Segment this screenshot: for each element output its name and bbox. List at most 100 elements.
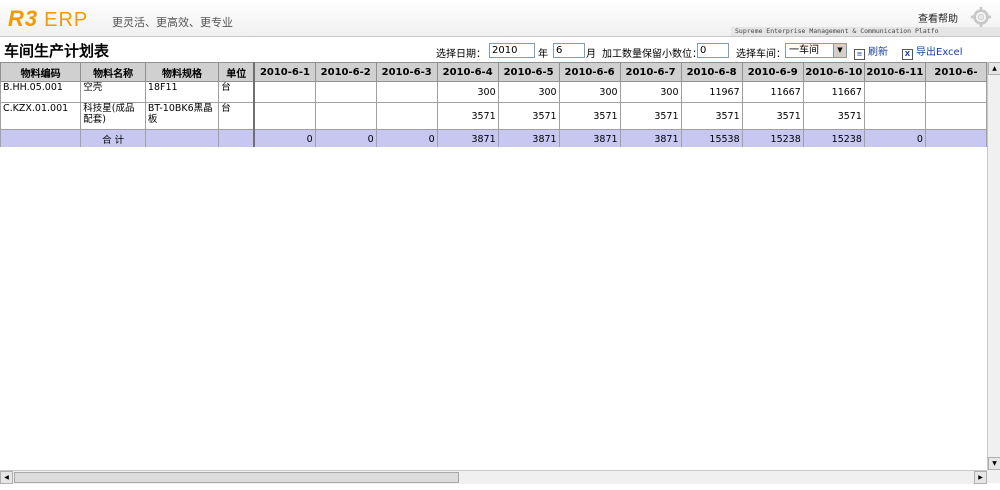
total-qty: 0 xyxy=(314,129,377,147)
total-qty: 0 xyxy=(253,129,316,147)
total-empty-cell xyxy=(218,129,255,147)
cell-unit: 台 xyxy=(218,102,255,130)
cell-unit: 台 xyxy=(218,81,255,103)
month-input[interactable]: 6 xyxy=(553,43,585,58)
month-unit: 月 xyxy=(586,49,596,60)
cell-spec: 18F11 xyxy=(144,81,220,103)
cell-name: 科技星(成品配套) xyxy=(80,102,146,130)
help-link[interactable]: 查看帮助 xyxy=(918,10,958,25)
chevron-down-icon[interactable]: ▼ xyxy=(833,44,846,57)
date-label: 选择日期： xyxy=(436,49,486,60)
cell-qty xyxy=(863,102,926,130)
year-unit: 年 xyxy=(538,49,548,60)
cell-code: B.HH.05.001 xyxy=(0,81,82,103)
cell-qty: 3571 xyxy=(558,102,621,130)
col-header-date[interactable]: 2010-6-3 xyxy=(375,62,438,82)
plan-table: 物料编码 物料名称 物料规格 单位 2010-6-1 2010-6-2 2010… xyxy=(0,62,987,147)
col-header-date[interactable]: 2010-6-4 xyxy=(436,62,499,82)
total-qty: 15238 xyxy=(802,129,865,147)
col-header-date[interactable]: 2010-6-5 xyxy=(497,62,560,82)
cell-qty: 3571 xyxy=(497,102,560,130)
cell-qty: 11967 xyxy=(680,81,743,103)
scroll-left-arrow-icon[interactable]: ◀ xyxy=(0,471,13,484)
refresh-icon: ≡ xyxy=(854,49,865,60)
decimal-input[interactable]: 0 xyxy=(697,43,729,58)
export-label: 导出Excel xyxy=(916,47,963,58)
col-header-name[interactable]: 物料名称 xyxy=(80,62,146,82)
vertical-scrollbar[interactable]: ▲ ▼ xyxy=(987,62,1000,470)
cell-qty: 11667 xyxy=(802,81,865,103)
table-row[interactable]: B.HH.05.001 空壳 18F11 台 300 300 300 300 1… xyxy=(0,81,987,103)
total-label: 合 计 xyxy=(80,129,146,147)
cell-qty: 300 xyxy=(436,81,499,103)
refresh-label: 刷新 xyxy=(868,47,888,58)
table-header-row: 物料编码 物料名称 物料规格 单位 2010-6-1 2010-6-2 2010… xyxy=(0,62,987,82)
scroll-down-arrow-icon[interactable]: ▼ xyxy=(988,457,1000,470)
total-qty: 3871 xyxy=(558,129,621,147)
cell-qty: 3571 xyxy=(680,102,743,130)
cell-qty: 3571 xyxy=(741,102,804,130)
workshop-label: 选择车间： xyxy=(736,49,786,60)
col-header-unit[interactable]: 单位 xyxy=(218,62,255,82)
cell-name: 空壳 xyxy=(80,81,146,103)
col-header-date[interactable]: 2010-6- xyxy=(924,62,987,82)
total-qty: 3871 xyxy=(497,129,560,147)
app-tagline: Supreme Enterprise Management & Communic… xyxy=(731,27,1000,36)
total-qty: 15238 xyxy=(741,129,804,147)
plan-grid: 物料编码 物料名称 物料规格 单位 2010-6-1 2010-6-2 2010… xyxy=(0,62,987,147)
total-empty-cell xyxy=(0,129,82,147)
cell-qty xyxy=(253,102,316,130)
cell-qty xyxy=(924,102,987,130)
col-header-date[interactable]: 2010-6-2 xyxy=(314,62,377,82)
app-header: R3 ERP 更灵活、更高效、更专业 查看帮助 Supreme Enterpris… xyxy=(0,0,1000,37)
logo-r3: R3 xyxy=(8,6,39,31)
cell-qty: 300 xyxy=(558,81,621,103)
total-qty: 15538 xyxy=(680,129,743,147)
year-input[interactable]: 2010 xyxy=(489,43,535,58)
gear-icon xyxy=(970,6,992,28)
scrollbar-corner xyxy=(987,470,1000,483)
cell-qty: 3571 xyxy=(436,102,499,130)
app-slogan: 更灵活、更高效、更专业 xyxy=(112,16,233,29)
cell-qty xyxy=(253,81,316,103)
cell-qty: 3571 xyxy=(619,102,682,130)
excel-icon: X xyxy=(902,49,913,60)
cell-qty xyxy=(375,81,438,103)
total-qty: 0 xyxy=(375,129,438,147)
total-qty: 3871 xyxy=(436,129,499,147)
cell-qty: 300 xyxy=(497,81,560,103)
col-header-date[interactable]: 2010-6-6 xyxy=(558,62,621,82)
cell-qty: 3571 xyxy=(802,102,865,130)
col-header-date[interactable]: 2010-6-1 xyxy=(253,62,316,82)
table-row[interactable]: C.KZX.01.001 科技星(成品配套) BT-10BK6黑晶板 台 357… xyxy=(0,102,987,130)
col-header-date[interactable]: 2010-6-11 xyxy=(863,62,926,82)
cell-spec: BT-10BK6黑晶板 xyxy=(144,102,220,130)
workshop-select[interactable]: 一车间 ▼ xyxy=(785,43,847,58)
cell-code: C.KZX.01.001 xyxy=(0,102,82,130)
cell-qty xyxy=(314,81,377,103)
scroll-right-arrow-icon[interactable]: ▶ xyxy=(974,471,987,484)
cell-qty xyxy=(863,81,926,103)
col-header-spec[interactable]: 物料规格 xyxy=(144,62,220,82)
cell-qty xyxy=(314,102,377,130)
total-empty-cell xyxy=(144,129,220,147)
workshop-selected: 一车间 xyxy=(789,45,819,56)
col-header-date[interactable]: 2010-6-7 xyxy=(619,62,682,82)
cell-qty: 11667 xyxy=(741,81,804,103)
total-qty xyxy=(924,129,987,147)
col-header-code[interactable]: 物料编码 xyxy=(0,62,82,82)
horizontal-scrollbar[interactable]: ◀ ▶ xyxy=(0,470,987,484)
horizontal-scroll-thumb[interactable] xyxy=(14,472,459,483)
export-excel-button[interactable]: X 导出Excel xyxy=(902,43,963,60)
cell-qty: 300 xyxy=(619,81,682,103)
total-qty: 3871 xyxy=(619,129,682,147)
total-row: 合 计 0 0 0 3871 3871 3871 3871 15538 1523… xyxy=(0,129,987,147)
logo-erp: ERP xyxy=(44,9,89,31)
decimal-label: 加工数量保留小数位： xyxy=(602,49,702,60)
col-header-date[interactable]: 2010-6-8 xyxy=(680,62,743,82)
cell-qty xyxy=(375,102,438,130)
refresh-button[interactable]: ≡ 刷新 xyxy=(854,43,888,60)
scroll-up-arrow-icon[interactable]: ▲ xyxy=(988,62,1000,75)
col-header-date[interactable]: 2010-6-10 xyxy=(802,62,865,82)
col-header-date[interactable]: 2010-6-9 xyxy=(741,62,804,82)
